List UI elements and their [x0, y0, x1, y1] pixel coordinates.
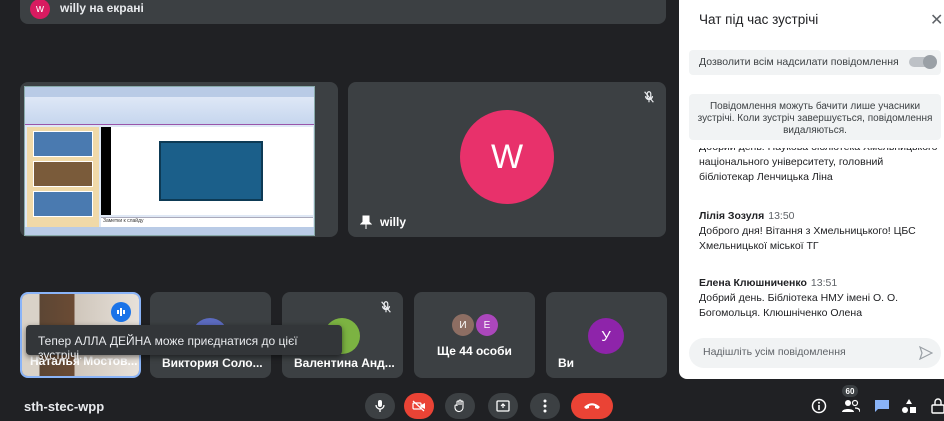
chat-message: Добрий день! Наукова бібліотека Хмельниц… [699, 148, 939, 185]
other-participants-tile[interactable]: И Е Ще 44 особи [414, 292, 535, 378]
participant-avatar: W [460, 110, 554, 204]
camera-button[interactable] [404, 393, 434, 419]
mic-off-icon [644, 91, 654, 103]
activities-button[interactable] [899, 396, 919, 416]
presenter-avatar: w [30, 0, 50, 19]
close-icon[interactable]: ✕ [930, 10, 943, 30]
join-notification: Тепер АЛЛА ДЕЙНА може приєднатися до ціє… [26, 325, 342, 362]
chat-input-placeholder: Надішліть усім повідомлення [703, 346, 846, 358]
mic-off-icon [381, 301, 391, 313]
message-text: Добрий день. Бібліотека НМУ імені О. О. … [699, 292, 899, 319]
speaking-indicator-icon [111, 302, 131, 322]
lock-icon [931, 398, 944, 414]
host-controls-button[interactable] [928, 396, 944, 416]
pin-icon [360, 215, 372, 229]
message-time: 13:50 [768, 210, 795, 222]
people-button[interactable] [841, 396, 861, 416]
meeting-code: sth-stec-wpp [24, 399, 105, 414]
people-icon [842, 399, 860, 413]
participant-name: willy [380, 215, 407, 229]
message-text: Добрий день! Наукова бібліотека Хмельниц… [699, 148, 937, 183]
microphone-button[interactable] [365, 393, 395, 419]
chat-icon [875, 400, 889, 412]
more-vert-icon [543, 399, 547, 413]
present-icon [496, 400, 510, 412]
message-author: Лілія Зозуля [699, 210, 765, 222]
participant-avatar: И [452, 314, 474, 336]
raise-hand-button[interactable] [445, 393, 475, 419]
powerpoint-ribbon [25, 87, 314, 125]
participant-name: Ви [558, 356, 575, 370]
message-text: Доброго дня! Вітання з Хмельницького! ЦБ… [699, 225, 916, 252]
shared-screen: Заметки к слайду [24, 86, 315, 236]
chat-panel: Чат під час зустрічі ✕ Дозволити всім на… [679, 0, 944, 379]
present-screen-button[interactable] [488, 393, 518, 419]
message-time: 13:51 [810, 277, 838, 289]
participant-avatar: У [588, 318, 624, 354]
phone-hangup-icon [584, 403, 600, 409]
participant-avatar: Е [476, 314, 498, 336]
chat-message: Елена Клюшниченко 13:51 Добрий день. Бібл… [699, 276, 939, 321]
slide-image [159, 141, 263, 201]
chat-messages: Добрий день! Наукова бібліотека Хмельниц… [699, 148, 939, 323]
allow-messages-label: Дозволити всім надсилати повідомлення [699, 56, 899, 68]
chat-input[interactable]: Надішліть усім повідомлення [689, 338, 941, 368]
status-bar [25, 227, 314, 235]
meeting-details-button[interactable] [809, 396, 829, 416]
more-options-button[interactable] [530, 393, 560, 419]
chat-notice: Повідомлення можуть бачити лише учасники… [689, 94, 941, 140]
participant-tile-willy[interactable]: W willy [348, 82, 666, 237]
allow-messages-toggle[interactable] [909, 55, 937, 69]
participant-tile-you[interactable]: У Ви [546, 292, 667, 378]
microphone-icon [375, 400, 385, 412]
activities-icon [902, 399, 916, 413]
presenting-text: willy на екрані [60, 1, 144, 15]
chat-title: Чат під час зустрічі [699, 12, 819, 27]
slide-stage [101, 127, 313, 215]
camera-off-icon [412, 400, 425, 412]
message-author: Елена Клюшниченко [699, 277, 807, 289]
participant-name: Виктория Соло... [162, 356, 263, 370]
slide-notes: Заметки к слайду [101, 217, 313, 227]
info-icon [811, 398, 827, 414]
chat-message: Лілія Зозуля 13:50 Доброго дня! Вітання з… [699, 209, 939, 254]
presenting-banner: w willy на екрані [20, 0, 666, 24]
others-count-label: Ще 44 особи [437, 344, 512, 358]
slide-thumbnails [27, 127, 99, 227]
participant-name: Валентина Анд... [294, 356, 395, 370]
send-icon[interactable] [919, 346, 933, 360]
chat-button[interactable] [872, 396, 892, 416]
allow-messages-setting[interactable]: Дозволити всім надсилати повідомлення [689, 50, 941, 75]
end-call-button[interactable] [571, 393, 613, 419]
hand-icon [454, 399, 464, 413]
